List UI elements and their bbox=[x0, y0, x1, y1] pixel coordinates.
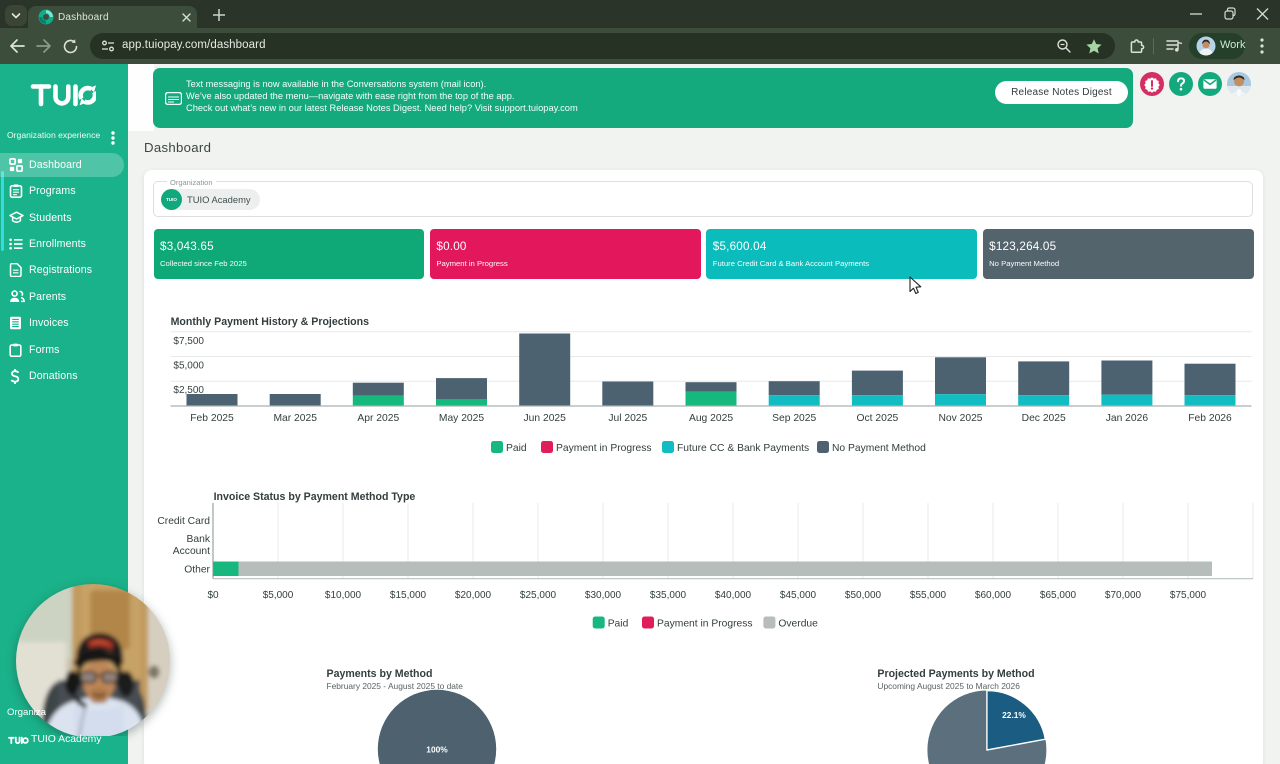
svg-text:Apr 2025: Apr 2025 bbox=[357, 413, 399, 424]
svg-text:Jun 2025: Jun 2025 bbox=[524, 413, 567, 424]
svg-text:$35,000: $35,000 bbox=[650, 590, 687, 601]
svg-text:May 2025: May 2025 bbox=[439, 413, 484, 424]
svg-text:Nov 2025: Nov 2025 bbox=[938, 413, 982, 424]
svg-text:Feb 2025: Feb 2025 bbox=[190, 413, 234, 424]
svg-text:Paid: Paid bbox=[506, 443, 527, 454]
svg-text:$55,000: $55,000 bbox=[910, 590, 947, 601]
svg-text:$0: $0 bbox=[207, 590, 219, 601]
svg-text:$65,000: $65,000 bbox=[1040, 590, 1077, 601]
svg-text:Sep 2025: Sep 2025 bbox=[772, 413, 816, 424]
svg-text:$20,000: $20,000 bbox=[455, 590, 492, 601]
svg-text:Other: Other bbox=[184, 565, 210, 576]
svg-text:$15,000: $15,000 bbox=[390, 590, 427, 601]
svg-text:100%: 100% bbox=[426, 745, 448, 755]
svg-text:Monthly Payment History & Proj: Monthly Payment History & Projections bbox=[171, 316, 369, 328]
svg-text:Payment in Progress: Payment in Progress bbox=[556, 443, 652, 454]
svg-text:Mar 2025: Mar 2025 bbox=[273, 413, 317, 424]
svg-text:$5,000: $5,000 bbox=[263, 590, 294, 601]
svg-text:Projected Payments by Method: Projected Payments by Method bbox=[877, 668, 1034, 680]
svg-text:Credit Card: Credit Card bbox=[157, 516, 210, 527]
svg-text:$75,000: $75,000 bbox=[1170, 590, 1207, 601]
svg-text:Future CC & Bank Payments: Future CC & Bank Payments bbox=[677, 443, 809, 454]
svg-text:$60,000: $60,000 bbox=[975, 590, 1012, 601]
svg-text:Oct 2025: Oct 2025 bbox=[857, 413, 899, 424]
svg-text:February 2025 - August 2025 to: February 2025 - August 2025 to date bbox=[327, 681, 464, 691]
svg-text:Payments by Method: Payments by Method bbox=[327, 668, 433, 680]
svg-text:Account: Account bbox=[173, 546, 210, 557]
svg-text:Jan 2026: Jan 2026 bbox=[1106, 413, 1149, 424]
svg-text:$70,000: $70,000 bbox=[1105, 590, 1142, 601]
svg-text:$10,000: $10,000 bbox=[325, 590, 362, 601]
svg-text:22.1%: 22.1% bbox=[1002, 710, 1026, 720]
svg-text:Feb 2026: Feb 2026 bbox=[1188, 413, 1232, 424]
svg-text:$40,000: $40,000 bbox=[715, 590, 752, 601]
svg-text:Invoice Status by Payment Meth: Invoice Status by Payment Method Type bbox=[214, 491, 416, 503]
svg-text:Overdue: Overdue bbox=[778, 618, 818, 629]
svg-text:$25,000: $25,000 bbox=[520, 590, 557, 601]
svg-text:No Payment Method: No Payment Method bbox=[832, 443, 926, 454]
svg-text:$7,500: $7,500 bbox=[173, 336, 204, 347]
svg-text:Paid: Paid bbox=[608, 618, 629, 629]
svg-text:Upcoming August 2025 to March: Upcoming August 2025 to March 2026 bbox=[877, 681, 1020, 691]
svg-text:Dec 2025: Dec 2025 bbox=[1022, 413, 1066, 424]
svg-text:$45,000: $45,000 bbox=[780, 590, 817, 601]
svg-text:$30,000: $30,000 bbox=[585, 590, 622, 601]
svg-text:$5,000: $5,000 bbox=[173, 361, 204, 372]
svg-text:Jul 2025: Jul 2025 bbox=[608, 413, 647, 424]
svg-text:Aug 2025: Aug 2025 bbox=[689, 413, 733, 424]
svg-text:Payment in Progress: Payment in Progress bbox=[657, 618, 753, 629]
svg-text:Bank: Bank bbox=[187, 534, 211, 545]
svg-text:$50,000: $50,000 bbox=[845, 590, 882, 601]
